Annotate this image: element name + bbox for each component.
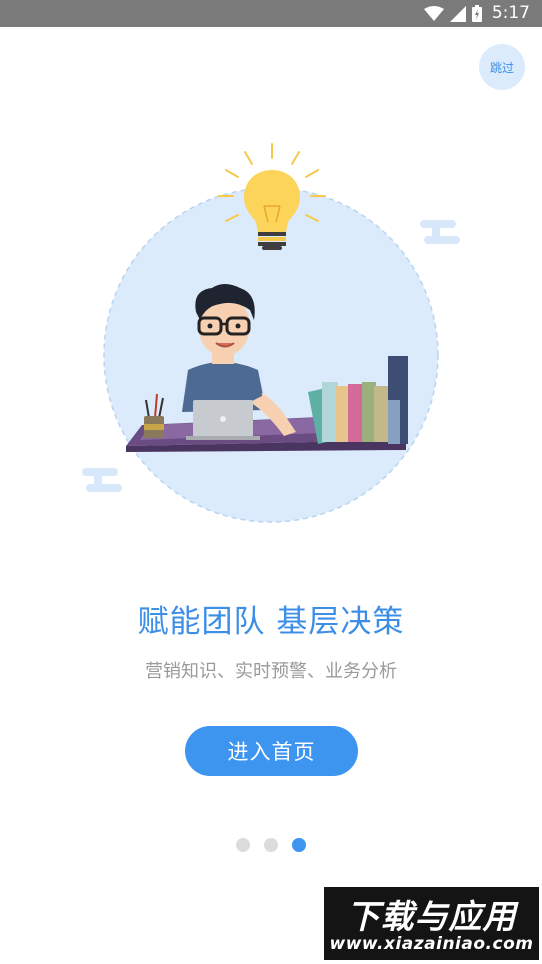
page-dot-2 (264, 838, 278, 852)
page-dot-1 (236, 838, 250, 852)
enter-home-button[interactable]: 进入首页 (185, 726, 358, 776)
subtitle: 营销知识、实时预警、业务分析 (145, 661, 397, 682)
enter-home-label: 进入首页 (227, 740, 316, 764)
headline: 赋能团队 基层决策 (137, 604, 405, 640)
signal-icon (449, 5, 466, 22)
person-at-desk-with-lightbulb-illustration (82, 143, 460, 523)
page-dot-3-active (292, 838, 306, 852)
cloud-decoration-left (82, 468, 122, 492)
skip-label: 跳过 (489, 60, 514, 75)
status-time: 5:17 (491, 3, 530, 23)
status-bar: 5:17 (0, 0, 542, 27)
page-indicator (0, 838, 542, 852)
watermark-title: 下载与应用 (346, 897, 517, 936)
skip-button[interactable]: 跳过 (479, 44, 525, 90)
wifi-icon (423, 5, 444, 21)
watermark-url: www.xiazainiao.com (329, 934, 534, 954)
laptop-icon (186, 400, 260, 440)
battery-icon (471, 5, 482, 22)
cloud-decoration-right (420, 220, 460, 244)
watermark: 下载与应用 www.xiazainiao.com (324, 887, 539, 960)
